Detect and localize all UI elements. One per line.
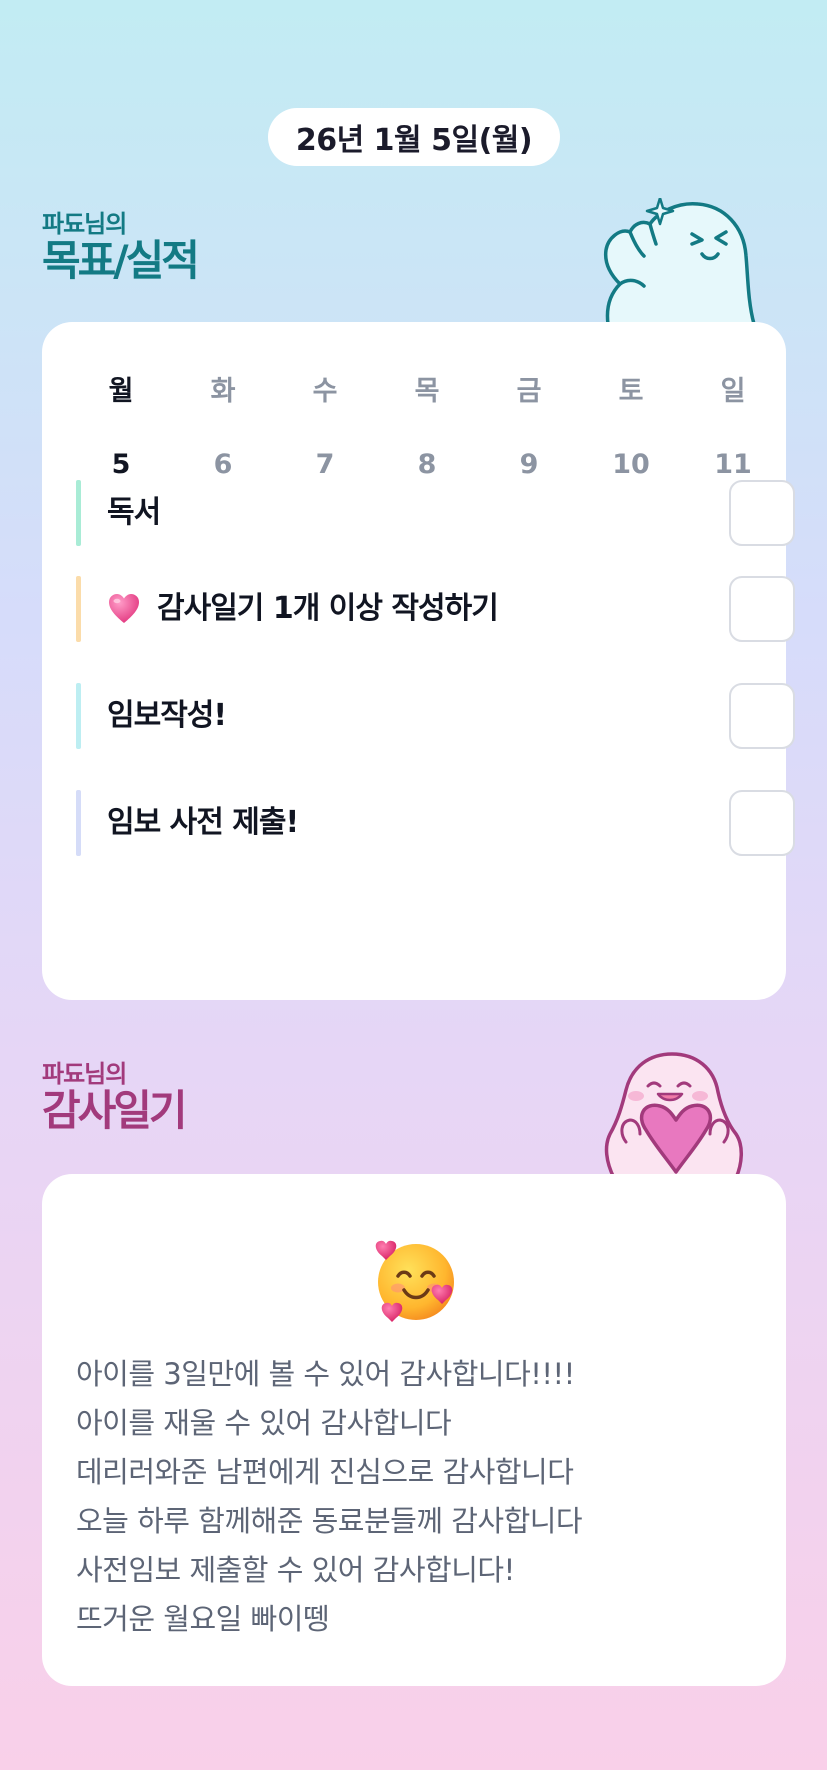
goal-color-bar bbox=[76, 576, 81, 642]
goal-color-bar bbox=[76, 480, 81, 546]
goal-label: 독서 bbox=[107, 480, 161, 546]
day-number: 11 bbox=[714, 449, 752, 480]
day-number: 7 bbox=[315, 449, 335, 480]
goal-checkbox[interactable] bbox=[729, 480, 795, 546]
thanks-line: 아이를 재울 수 있어 감사합니다 bbox=[76, 1406, 452, 1440]
date-label: 26년 1월 5일(월) bbox=[268, 108, 560, 166]
smiling-face-with-hearts-icon bbox=[375, 1240, 454, 1322]
thanks-line: 아이를 3일만에 볼 수 있어 감사합니다!!!! bbox=[76, 1357, 575, 1391]
goal-label-text: 임보작성! bbox=[107, 698, 227, 733]
goal-label: 임보작성! bbox=[107, 683, 227, 749]
thanks-section-heading: 감사일기 bbox=[42, 1086, 188, 1135]
day-column-mon[interactable]: 월 5 bbox=[70, 374, 172, 483]
day-number: 5 bbox=[111, 449, 131, 480]
thanks-card: 아이를 3일만에 볼 수 있어 감사합니다!!!! 아이를 재울 수 있어 감사… bbox=[42, 1174, 786, 1686]
goal-checkbox[interactable] bbox=[729, 576, 795, 642]
weekday-label: 토 bbox=[618, 376, 644, 407]
day-column-sun[interactable]: 일 11 bbox=[682, 374, 784, 483]
goal-color-bar bbox=[76, 683, 81, 749]
day-column-sat[interactable]: 토 10 bbox=[580, 374, 682, 483]
goal-label: 임보 사전 제출! bbox=[107, 790, 299, 856]
goal-checkbox[interactable] bbox=[729, 790, 795, 856]
goal-item: 독서 bbox=[76, 480, 795, 546]
day-number: 6 bbox=[213, 449, 233, 480]
goal-color-bar bbox=[76, 790, 81, 856]
thanks-section-owner: 파됴님의 bbox=[42, 1060, 127, 1088]
thanks-diary-text: 아이를 3일만에 볼 수 있어 감사합니다!!!! 아이를 재울 수 있어 감사… bbox=[76, 1350, 756, 1644]
pink-heart-icon bbox=[109, 594, 139, 623]
day-column-tue[interactable]: 화 6 bbox=[172, 374, 274, 483]
goal-section-owner: 파됴님의 bbox=[42, 210, 127, 238]
day-column-thu[interactable]: 목 8 bbox=[376, 374, 478, 483]
ghost-mascot-icon bbox=[603, 198, 756, 324]
day-number: 8 bbox=[417, 449, 437, 480]
day-number: 10 bbox=[612, 449, 650, 480]
thanks-line: 오늘 하루 함께해준 동료분들께 감사합니다 bbox=[76, 1504, 583, 1538]
goal-item: 임보작성! bbox=[76, 683, 795, 749]
goal-section-title: 파됴님의 목표/실적 bbox=[42, 210, 200, 285]
day-column-wed[interactable]: 수 7 bbox=[274, 374, 376, 483]
goal-label: 감사일기 1개 이상 작성하기 bbox=[107, 576, 499, 642]
thanks-section-title: 파됴님의 감사일기 bbox=[42, 1060, 188, 1135]
goal-section-heading: 목표/실적 bbox=[42, 236, 200, 285]
weekday-label: 월 bbox=[108, 376, 134, 407]
thanks-line: 사전임보 제출할 수 있어 감사합니다! bbox=[76, 1553, 515, 1587]
day-number: 9 bbox=[519, 449, 539, 480]
day-column-fri[interactable]: 금 9 bbox=[478, 374, 580, 483]
weekday-label: 화 bbox=[210, 376, 236, 407]
thanks-line: 뜨거운 월요일 빠이뗑 bbox=[76, 1602, 330, 1636]
goal-label-text: 감사일기 1개 이상 작성하기 bbox=[157, 591, 499, 626]
goal-checkbox[interactable] bbox=[729, 683, 795, 749]
thanks-line: 데리러와준 남편에게 진심으로 감사합니다 bbox=[76, 1455, 574, 1489]
weekday-label: 수 bbox=[312, 376, 338, 407]
weekday-label: 금 bbox=[516, 376, 542, 407]
goal-card: 월 5 화 6 수 7 목 8 금 9 토 10 일 11 독서 감사일기 1개… bbox=[42, 322, 795, 1000]
goal-item: 임보 사전 제출! bbox=[76, 790, 795, 856]
goal-label-text: 독서 bbox=[107, 495, 161, 530]
goal-item: 감사일기 1개 이상 작성하기 bbox=[76, 576, 795, 642]
weekday-label: 일 bbox=[720, 376, 746, 407]
week-calendar: 월 5 화 6 수 7 목 8 금 9 토 10 일 11 bbox=[70, 374, 784, 483]
weekday-label: 목 bbox=[414, 376, 440, 407]
goal-label-text: 임보 사전 제출! bbox=[107, 805, 299, 840]
heart-mascot-icon bbox=[604, 1052, 743, 1178]
